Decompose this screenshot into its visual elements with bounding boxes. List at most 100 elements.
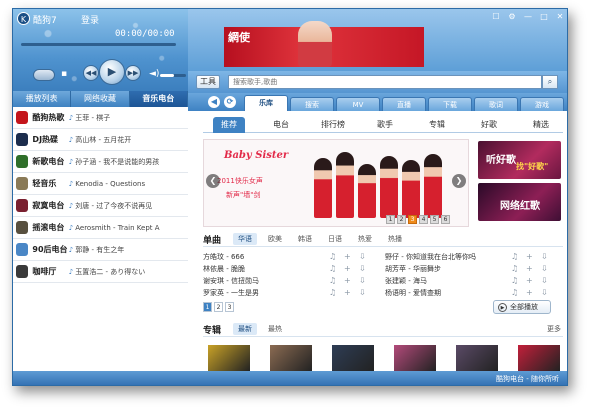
subtab-6[interactable]: 精选 (525, 117, 557, 133)
add-icon[interactable]: + (344, 263, 351, 275)
station-row[interactable]: 90后电台 ♪ 郭静 - 有生之年 (13, 239, 188, 261)
song-row[interactable]: 张建颖 - 海马 ♫ + ⇩ (385, 275, 557, 287)
add-icon[interactable]: + (344, 251, 351, 263)
login-link[interactable]: 登录 (81, 13, 99, 26)
maximize-icon[interactable]: □ (538, 12, 550, 22)
more-link[interactable]: 更多 (547, 324, 561, 334)
subtab-5[interactable]: 好歌 (473, 117, 505, 133)
song-filter-5[interactable]: 热播 (383, 233, 407, 245)
add-icon[interactable]: + (526, 275, 533, 287)
listen-icon[interactable]: ♫ (511, 263, 518, 275)
refresh-icon[interactable]: ⟳ (224, 96, 236, 108)
volume-icon[interactable]: ◄) (149, 69, 159, 79)
station-row[interactable]: 咖啡厅 ♪ 玉置浩二 - あり得ない (13, 261, 188, 283)
download-icon[interactable]: ⇩ (359, 263, 366, 275)
station-row[interactable]: 寂寞电台 ♪ 刘唐 - 过了今夜不说再见 (13, 195, 188, 217)
song-filter-4[interactable]: 热爱 (353, 233, 377, 245)
carousel-page[interactable]: 1 (386, 215, 395, 224)
download-icon[interactable]: ⇩ (359, 251, 366, 263)
carousel-page[interactable]: 4 (419, 215, 428, 224)
download-icon[interactable]: ⇩ (541, 287, 548, 299)
listen-icon[interactable]: ♫ (329, 275, 336, 287)
carousel-page[interactable]: 2 (397, 215, 406, 224)
search-input[interactable] (228, 75, 542, 89)
tab-nav-4[interactable]: 下载 (428, 97, 472, 111)
song-page[interactable]: 3 (225, 302, 234, 312)
back-icon[interactable]: ◀ (208, 96, 220, 108)
settings-icon[interactable]: ⚙ (506, 12, 518, 22)
subtab-4[interactable]: 专辑 (421, 117, 453, 133)
add-icon[interactable]: + (526, 251, 533, 263)
tab-music-radio[interactable]: 音乐电台 (129, 91, 188, 107)
station-row[interactable]: 新歌电台 ♪ 孙子涵 - 我不是说能的男孩 (13, 151, 188, 173)
station-row[interactable]: 酷狗热歌 ♪ 王菲 - 棋子 (13, 107, 188, 129)
song-row[interactable]: 谢安琪 - 信扭勋马 ♫ + ⇩ (203, 275, 375, 287)
kugou-logo-icon[interactable]: K (17, 12, 30, 25)
album-cover[interactable] (332, 345, 374, 371)
download-icon[interactable]: ⇩ (541, 263, 548, 275)
album-cover[interactable] (456, 345, 498, 371)
album-cover[interactable] (270, 345, 312, 371)
listen-icon[interactable]: ♫ (329, 251, 336, 263)
song-page[interactable]: 2 (214, 302, 223, 312)
tools-dropdown[interactable]: 工具 (196, 75, 220, 89)
station-row[interactable]: 摇滚电台 ♪ Aerosmith - Train Kept A (13, 217, 188, 239)
song-row[interactable]: 罗家英 - 一生是男 ♫ + ⇩ (203, 287, 375, 299)
song-row[interactable]: 林依晨 - 脆脆 ♫ + ⇩ (203, 263, 375, 275)
station-row[interactable]: 轻音乐 ♪ Kenodia - Questions (13, 173, 188, 195)
tab-nav-5[interactable]: 歌词 (474, 97, 518, 111)
carousel-page[interactable]: 5 (430, 215, 439, 224)
play-all-button[interactable]: ▶ 全部播放 (493, 300, 551, 314)
subtab-2[interactable]: 排行榜 (317, 117, 349, 133)
search-icon[interactable]: ⌕ (542, 75, 558, 89)
tab-nav-6[interactable]: 游戏 (520, 97, 564, 111)
song-row[interactable]: 胡芳苹 - 华丽舞步 ♫ + ⇩ (385, 263, 557, 275)
album-cover[interactable] (208, 345, 250, 371)
tab-nav-0[interactable]: 乐库 (244, 95, 288, 111)
album-filter-0[interactable]: 最新 (233, 323, 257, 335)
play-mode-toggle[interactable] (33, 69, 55, 81)
song-filter-1[interactable]: 欧美 (263, 233, 287, 245)
play-button[interactable]: ▶ (99, 59, 125, 85)
listen-icon[interactable]: ♫ (511, 287, 518, 299)
tab-nav-3[interactable]: 直播 (382, 97, 426, 111)
listen-icon[interactable]: ♫ (329, 287, 336, 299)
carousel-page[interactable]: 3 (408, 215, 417, 224)
album-cover[interactable] (518, 345, 560, 371)
promo-good-songs[interactable]: 听好歌 找"好歌" (478, 141, 561, 179)
carousel-prev-icon[interactable]: ❮ (206, 174, 220, 188)
subtab-0[interactable]: 推荐 (213, 117, 245, 133)
skin-icon[interactable]: ☐ (490, 12, 502, 22)
tab-playlist[interactable]: 播放列表 (13, 91, 72, 107)
carousel[interactable]: Baby Sister 2011快乐女声 新声"墙"剑 ❮ ❯ 123456 (203, 139, 469, 227)
song-row[interactable]: 方皓玟 - 666 ♫ + ⇩ (203, 251, 375, 263)
song-page[interactable]: 1 (203, 302, 212, 312)
download-icon[interactable]: ⇩ (359, 287, 366, 299)
tab-nav-2[interactable]: MV (336, 97, 380, 111)
listen-icon[interactable]: ♫ (329, 263, 336, 275)
equalizer-icon[interactable]: ▪ (61, 69, 67, 79)
volume-slider[interactable] (160, 74, 186, 77)
listen-icon[interactable]: ♫ (511, 275, 518, 287)
song-filter-2[interactable]: 韩语 (293, 233, 317, 245)
listen-icon[interactable]: ♫ (511, 251, 518, 263)
download-icon[interactable]: ⇩ (541, 275, 548, 287)
album-filter-1[interactable]: 最热 (263, 323, 287, 335)
tab-net-favorites[interactable]: 网络收藏 (71, 91, 130, 107)
download-icon[interactable]: ⇩ (541, 251, 548, 263)
subtab-1[interactable]: 电台 (265, 117, 297, 133)
add-icon[interactable]: + (344, 287, 351, 299)
minimize-icon[interactable]: — (522, 12, 534, 22)
add-icon[interactable]: + (526, 287, 533, 299)
progress-bar[interactable] (21, 43, 176, 46)
subtab-3[interactable]: 歌手 (369, 117, 401, 133)
close-icon[interactable]: ✕ (554, 12, 566, 22)
next-button[interactable]: ▶▶ (125, 65, 141, 81)
tab-nav-1[interactable]: 搜索 (290, 97, 334, 111)
add-icon[interactable]: + (344, 275, 351, 287)
song-row[interactable]: 杨语明 - 爱情查期 ♫ + ⇩ (385, 287, 557, 299)
previous-button[interactable]: ◀◀ (83, 65, 99, 81)
song-filter-0[interactable]: 华语 (233, 233, 257, 245)
carousel-next-icon[interactable]: ❯ (452, 174, 466, 188)
promo-net-hits[interactable]: 网络红歌 (478, 183, 561, 221)
